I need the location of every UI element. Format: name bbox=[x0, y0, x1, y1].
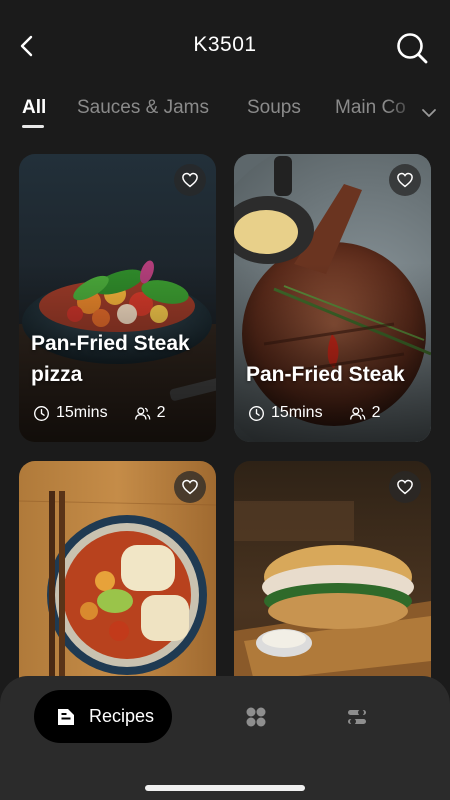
nav-collections-button[interactable] bbox=[244, 705, 268, 729]
servings: 2 bbox=[349, 404, 381, 422]
favorite-button[interactable] bbox=[389, 471, 421, 503]
recipe-card[interactable]: Pan-Fried Steak 15mins 2 bbox=[234, 154, 431, 442]
people-icon bbox=[349, 406, 365, 419]
search-icon bbox=[397, 33, 428, 64]
tabs-expand-button[interactable] bbox=[416, 100, 442, 126]
sliders-icon bbox=[348, 709, 366, 725]
grid-icon bbox=[246, 707, 266, 727]
recipe-meta: 15mins 2 bbox=[248, 404, 380, 422]
favorite-button[interactable] bbox=[389, 164, 421, 196]
nav-recipes-button[interactable]: Recipes bbox=[34, 690, 172, 743]
heart-icon bbox=[397, 172, 413, 188]
servings: 2 bbox=[134, 404, 166, 422]
home-indicator[interactable] bbox=[145, 785, 305, 791]
recipe-book-icon bbox=[58, 708, 74, 725]
cook-time: 15mins bbox=[248, 404, 323, 422]
recipe-title: Pan-Fried Steak bbox=[246, 363, 405, 386]
header: K3501 bbox=[0, 0, 450, 92]
favorite-button[interactable] bbox=[174, 164, 206, 196]
cook-time: 15mins bbox=[33, 404, 108, 422]
heart-icon bbox=[182, 172, 198, 188]
category-tabs: All Sauces & Jams Soups Main Co bbox=[0, 92, 450, 136]
recipe-card[interactable]: Pan-Fried Steak pizza 15mins 2 bbox=[19, 154, 216, 442]
chevron-down-icon bbox=[422, 109, 436, 117]
tab-soups[interactable]: Soups bbox=[247, 97, 301, 119]
clock-icon bbox=[34, 405, 49, 421]
heart-icon bbox=[397, 479, 413, 495]
servings-value: 2 bbox=[371, 404, 381, 421]
active-tab-indicator bbox=[22, 125, 44, 128]
servings-value: 2 bbox=[156, 404, 166, 421]
heart-icon bbox=[182, 479, 198, 495]
cook-time-value: 15mins bbox=[271, 404, 323, 421]
recipe-meta: 15mins 2 bbox=[33, 404, 165, 422]
tab-sauces-jams[interactable]: Sauces & Jams bbox=[77, 97, 209, 119]
clock-icon bbox=[249, 405, 264, 421]
page-title: K3501 bbox=[193, 33, 257, 56]
search-button[interactable] bbox=[394, 30, 430, 66]
people-icon bbox=[134, 406, 150, 419]
cook-time-value: 15mins bbox=[56, 404, 108, 421]
bottom-navigation: Recipes bbox=[0, 676, 450, 800]
tab-all[interactable]: All bbox=[22, 97, 46, 119]
nav-settings-button[interactable] bbox=[345, 705, 369, 729]
recipe-title: Pan-Fried Steak pizza bbox=[31, 332, 190, 386]
nav-recipes-label: Recipes bbox=[89, 706, 155, 726]
favorite-button[interactable] bbox=[174, 471, 206, 503]
